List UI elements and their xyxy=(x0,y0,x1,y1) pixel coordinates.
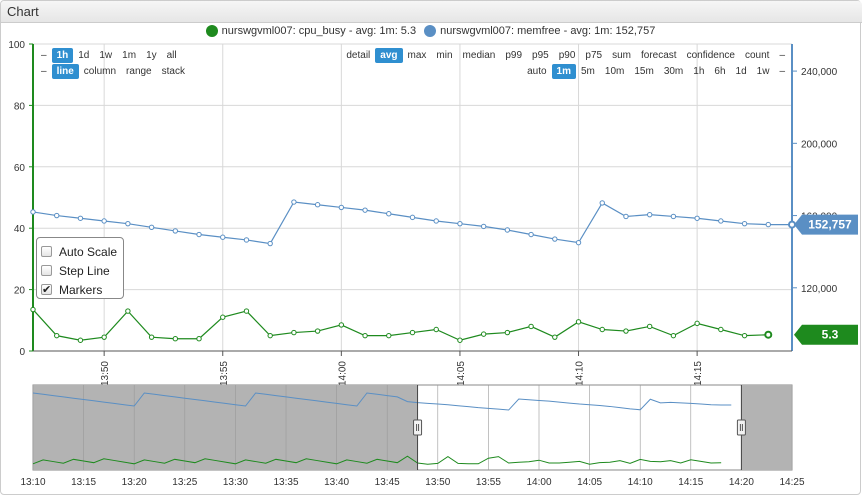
control-1d[interactable]: 1d xyxy=(73,48,94,63)
panel-title: Chart xyxy=(7,4,39,19)
legend-label: nurswgvml007: cpu_busy - avg: 1m: 5.3 xyxy=(221,25,417,37)
control-collapse[interactable]: – xyxy=(774,64,790,79)
control-1h[interactable]: 1h xyxy=(51,48,74,63)
options-box: Auto Scale Step Line ✔ Markers xyxy=(36,237,124,299)
control-max[interactable]: max xyxy=(403,48,432,63)
control-stack[interactable]: stack xyxy=(157,64,190,79)
chart-legend: nurswgvml007: cpu_busy - avg: 1m: 5.3 nur… xyxy=(0,25,861,40)
control-1m[interactable]: 1m xyxy=(117,48,141,63)
control-p99[interactable]: p99 xyxy=(500,48,527,63)
option-auto-scale[interactable]: Auto Scale xyxy=(41,242,119,261)
legend-marker-icon xyxy=(205,25,218,37)
control-confidence[interactable]: confidence xyxy=(682,48,740,63)
checkbox-icon[interactable] xyxy=(41,246,52,257)
control-detail[interactable]: detail xyxy=(341,48,375,63)
control-auto[interactable]: auto xyxy=(522,64,551,79)
option-label: Step Line xyxy=(59,263,110,278)
control-10m[interactable]: 10m xyxy=(600,64,629,79)
control-1w[interactable]: 1w xyxy=(94,48,117,63)
control-1w[interactable]: 1w xyxy=(752,64,775,79)
period-controls: –1h 1d 1w 1m 1y all xyxy=(36,48,182,63)
control-1h[interactable]: 1h xyxy=(688,64,709,79)
control-range[interactable]: range xyxy=(121,64,157,79)
control-1y[interactable]: 1y xyxy=(141,48,162,63)
control-count[interactable]: count xyxy=(740,48,774,63)
control-sum[interactable]: sum xyxy=(607,48,636,63)
interval-controls: auto 1m 5m 10m 15m 30m 1h 6h 1d 1w – xyxy=(522,64,790,79)
control-p75[interactable]: p75 xyxy=(580,48,607,63)
control-collapse[interactable]: – xyxy=(36,64,52,79)
control-5m[interactable]: 5m xyxy=(576,64,600,79)
control-collapse[interactable]: – xyxy=(36,48,52,63)
control-forecast[interactable]: forecast xyxy=(636,48,682,63)
option-markers[interactable]: ✔ Markers xyxy=(41,280,119,299)
control-p90[interactable]: p90 xyxy=(554,48,581,63)
control-collapse[interactable]: – xyxy=(774,48,790,63)
option-step-line[interactable]: Step Line xyxy=(41,261,119,280)
control-min[interactable]: min xyxy=(431,48,457,63)
control-6h[interactable]: 6h xyxy=(709,64,730,79)
legend-marker-icon xyxy=(424,25,437,37)
control-all[interactable]: all xyxy=(162,48,182,63)
control-p95[interactable]: p95 xyxy=(527,48,554,63)
control-column[interactable]: column xyxy=(79,64,121,79)
checkbox-checked-icon[interactable]: ✔ xyxy=(41,284,52,296)
control-median[interactable]: median xyxy=(458,48,501,63)
option-label: Markers xyxy=(59,282,103,297)
control-15m[interactable]: 15m xyxy=(629,64,658,79)
legend-item[interactable]: nurswgvml007: cpu_busy - avg: 1m: 5.3 xyxy=(205,25,417,37)
control-1d[interactable]: 1d xyxy=(731,64,752,79)
control-1m[interactable]: 1m xyxy=(551,64,576,79)
option-label: Auto Scale xyxy=(59,244,118,259)
legend-item[interactable]: nurswgvml007: memfree - avg: 1m: 152,757 xyxy=(424,25,655,37)
checkbox-icon[interactable] xyxy=(41,265,52,276)
panel-header: Chart xyxy=(1,1,862,23)
control-30m[interactable]: 30m xyxy=(659,64,688,79)
legend-label: nurswgvml007: memfree - avg: 1m: 152,757 xyxy=(440,25,656,37)
control-avg[interactable]: avg xyxy=(375,48,403,63)
control-line[interactable]: line xyxy=(51,64,79,79)
statistic-controls: detail avg max min median p99 p95 p90 p75 sum fore… xyxy=(341,48,790,63)
chart-type-controls: – line column range stack xyxy=(36,64,190,79)
